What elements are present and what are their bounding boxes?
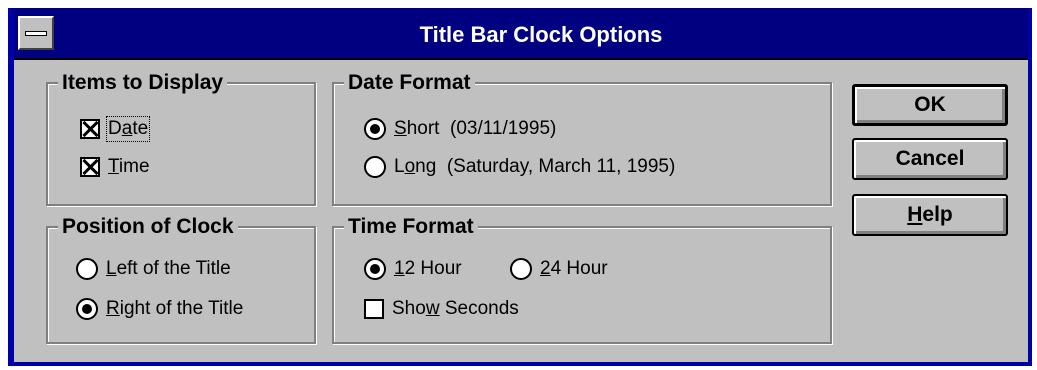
time-format-title: Time Format — [344, 215, 478, 239]
12-hour-label: 12 Hour — [394, 258, 462, 279]
time-checkbox[interactable]: Time — [80, 156, 150, 178]
left-of-title-radio-button[interactable] — [76, 258, 98, 280]
date-format-group: Date Format Short (03/11/1995) Long (Sat… — [332, 71, 832, 206]
show-seconds-checkbox-box[interactable] — [364, 299, 384, 319]
right-of-title-radio[interactable]: Right of the Title — [76, 298, 243, 320]
ok-button[interactable]: OK — [852, 84, 1008, 126]
24-hour-label: 24 Hour — [540, 258, 608, 279]
date-checkbox-box[interactable] — [80, 119, 100, 139]
dialog-window: Title Bar Clock Options Items to Display… — [8, 8, 1032, 366]
help-access-key: H — [907, 203, 923, 226]
date-label: Date — [105, 116, 151, 142]
12-hour-radio-button[interactable] — [364, 258, 386, 280]
time-format-group: Time Format 12 Hour 24 Hour Show Seconds — [332, 215, 832, 344]
help-label: elp — [922, 203, 953, 226]
left-of-title-radio[interactable]: Left of the Title — [76, 258, 231, 280]
short-date-label: Short (03/11/1995) — [394, 118, 557, 139]
right-of-title-label: Right of the Title — [106, 298, 244, 319]
show-seconds-label: Show Seconds — [392, 298, 519, 319]
show-seconds-checkbox[interactable]: Show Seconds — [364, 298, 519, 320]
time-label: Time — [108, 156, 150, 177]
24-hour-radio-button[interactable] — [510, 258, 532, 280]
items-to-display-title: Items to Display — [58, 71, 228, 95]
cancel-button[interactable]: Cancel — [852, 138, 1008, 180]
position-of-clock-title: Position of Clock — [58, 215, 238, 239]
short-date-radio[interactable]: Short (03/11/1995) — [364, 118, 556, 140]
items-to-display-group: Items to Display Date Time — [46, 71, 316, 206]
system-menu-icon[interactable] — [18, 16, 54, 50]
right-of-title-radio-button[interactable] — [76, 298, 98, 320]
12-hour-radio[interactable]: 12 Hour — [364, 258, 462, 280]
position-of-clock-group: Position of Clock Left of the Title Righ… — [46, 215, 316, 344]
date-checkbox[interactable]: Date — [80, 116, 151, 142]
help-button[interactable]: Help — [852, 194, 1008, 236]
short-date-radio-button[interactable] — [364, 118, 386, 140]
long-date-radio[interactable]: Long (Saturday, March 11, 1995) — [364, 156, 675, 178]
title-bar[interactable]: Title Bar Clock Options — [14, 10, 1028, 60]
long-date-radio-button[interactable] — [364, 156, 386, 178]
long-date-label: Long (Saturday, March 11, 1995) — [394, 156, 676, 177]
window-title: Title Bar Clock Options — [419, 22, 663, 47]
24-hour-radio[interactable]: 24 Hour — [510, 258, 608, 280]
date-format-title: Date Format — [344, 71, 475, 95]
left-of-title-label: Left of the Title — [106, 258, 231, 279]
time-checkbox-box[interactable] — [80, 157, 100, 177]
